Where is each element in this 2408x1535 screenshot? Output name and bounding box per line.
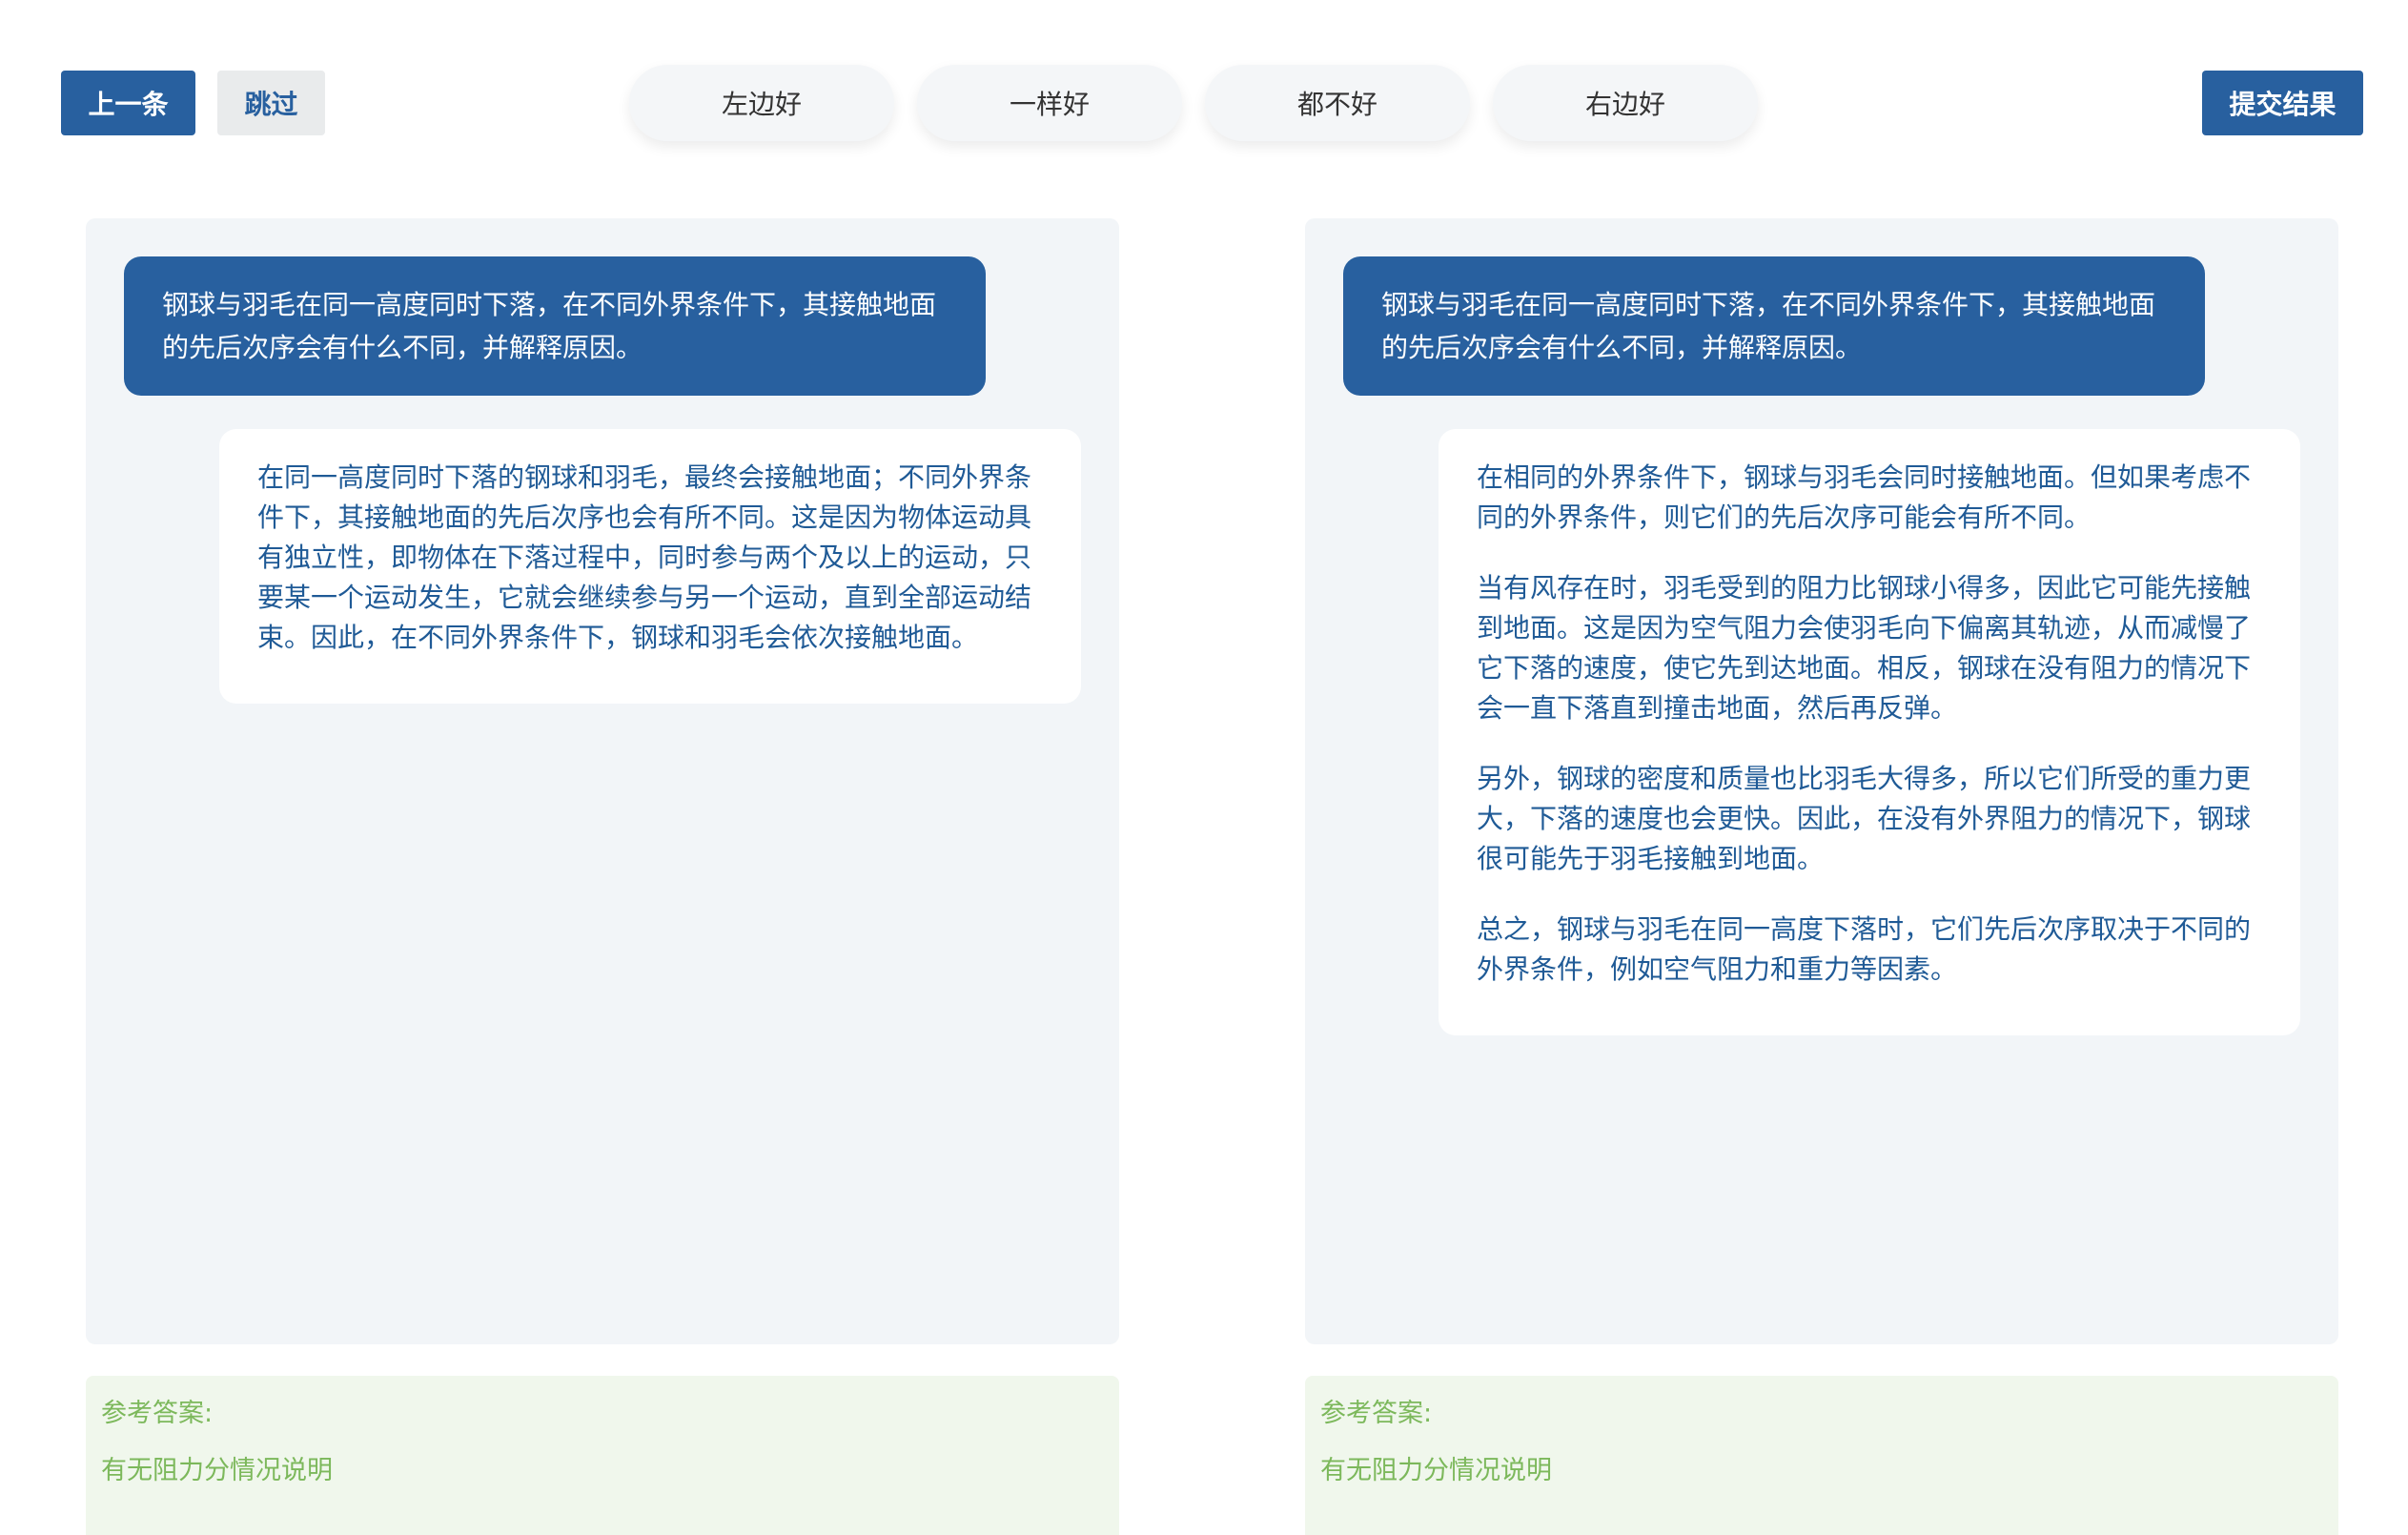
choice-neither-button[interactable]: 都不好 bbox=[1205, 65, 1470, 141]
left-answer-paragraph: 在同一高度同时下落的钢球和羽毛，最终会接触地面；不同外界条件下，其接触地面的先后… bbox=[257, 461, 1032, 653]
choice-left-better-button[interactable]: 左边好 bbox=[629, 65, 894, 141]
left-reference-box: 参考答案: 有无阻力分情况说明 bbox=[86, 1376, 1119, 1535]
left-reference-text: 有无阻力分情况说明 bbox=[101, 1456, 333, 1485]
choice-equal-button[interactable]: 一样好 bbox=[917, 65, 1182, 141]
right-answer-bubble: 在相同的外界条件下，钢球与羽毛会同时接触地面。但如果考虑不同的外界条件，则它们的… bbox=[1439, 429, 2300, 1035]
right-answer-paragraph: 另外，钢球的密度和质量也比羽毛大得多，所以它们所受的重力更大，下落的速度也会更快… bbox=[1477, 763, 2252, 874]
right-conversation-panel: 钢球与羽毛在同一高度同时下落，在不同外界条件下，其接触地面的先后次序会有什么不同… bbox=[1305, 218, 2338, 1344]
right-reference-label: 参考答案: bbox=[1320, 1399, 1433, 1428]
prev-button[interactable]: 上一条 bbox=[61, 71, 195, 135]
right-answer-paragraph: 当有风存在时，羽毛受到的阻力比钢球小得多，因此它可能先接触到地面。这是因为空气阻… bbox=[1477, 572, 2252, 724]
submit-button[interactable]: 提交结果 bbox=[2202, 71, 2363, 135]
left-answer-bubble: 在同一高度同时下落的钢球和羽毛，最终会接触地面；不同外界条件下，其接触地面的先后… bbox=[219, 429, 1081, 704]
choice-right-better-button[interactable]: 右边好 bbox=[1493, 65, 1758, 141]
right-question-bubble: 钢球与羽毛在同一高度同时下落，在不同外界条件下，其接触地面的先后次序会有什么不同… bbox=[1343, 256, 2205, 396]
right-reference-text: 有无阻力分情况说明 bbox=[1320, 1456, 1552, 1485]
left-reference-label: 参考答案: bbox=[101, 1399, 214, 1428]
left-question-bubble: 钢球与羽毛在同一高度同时下落，在不同外界条件下，其接触地面的先后次序会有什么不同… bbox=[124, 256, 986, 396]
left-conversation-panel: 钢球与羽毛在同一高度同时下落，在不同外界条件下，其接触地面的先后次序会有什么不同… bbox=[86, 218, 1119, 1344]
right-reference-box: 参考答案: 有无阻力分情况说明 bbox=[1305, 1376, 2338, 1535]
right-answer-paragraph: 在相同的外界条件下，钢球与羽毛会同时接触地面。但如果考虑不同的外界条件，则它们的… bbox=[1477, 461, 2252, 533]
right-answer-paragraph: 总之，钢球与羽毛在同一高度下落时，它们先后次序取决于不同的外界条件，例如空气阻力… bbox=[1477, 913, 2252, 985]
skip-button[interactable]: 跳过 bbox=[217, 71, 325, 135]
